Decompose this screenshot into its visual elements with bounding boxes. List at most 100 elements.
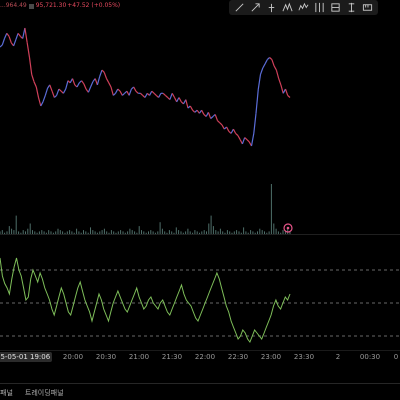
price-segment	[31, 74, 35, 82]
ohlc-legend: ...964.49 95,721.30 +47.52 (+0.05%)	[0, 1, 120, 11]
price-segment	[1, 38, 6, 46]
price-segment	[128, 88, 132, 96]
time-axis[interactable]: 25-05-01 19:06 20:00 20:30 21:00 21:30 2…	[0, 350, 400, 366]
price-segment	[81, 80, 85, 85]
price-segment	[108, 82, 112, 88]
price-segment	[210, 116, 214, 120]
price-segment	[26, 42, 31, 58]
time-label: 23:00	[260, 353, 282, 361]
oscillator-line	[0, 257, 291, 344]
legend-change-value: +47.52 (+0.05%)	[67, 2, 121, 9]
price-segment	[37, 97, 42, 107]
time-label: 22:30	[227, 353, 249, 361]
price-segment	[76, 82, 80, 88]
volume-marker-dot	[286, 226, 290, 230]
price-segment	[121, 92, 126, 96]
legend-close-value: ...964.49	[0, 2, 27, 9]
price-segment	[49, 84, 53, 92]
price-segment	[264, 59, 268, 65]
price-segment	[250, 133, 255, 147]
time-label: 0	[393, 353, 399, 361]
price-segment	[53, 94, 58, 98]
legend-color-swatch	[28, 3, 34, 9]
price-segment	[90, 81, 94, 88]
time-label: 00:30	[359, 353, 381, 361]
price-segment	[24, 27, 28, 43]
price-segment	[133, 86, 137, 92]
price-segment	[185, 99, 189, 109]
chart-screen[interactable]: ...964.49 95,721.30 +47.52 (+0.05%) 25-0…	[0, 0, 400, 400]
price-segment	[153, 92, 157, 96]
price-segment	[219, 122, 223, 126]
price-segment	[278, 78, 282, 86]
price-segment	[284, 88, 289, 96]
price-segment	[253, 113, 257, 134]
price-segment	[176, 97, 180, 103]
fib-icon[interactable]	[330, 2, 342, 14]
price-segment	[71, 78, 76, 86]
price-segment	[15, 33, 19, 40]
price-segment	[0, 44, 3, 48]
price-segment	[56, 88, 60, 96]
panel-divider	[0, 383, 400, 384]
price-segment	[255, 89, 259, 114]
price-segment	[135, 90, 139, 94]
price-segment	[13, 39, 17, 47]
price-segment	[221, 124, 225, 130]
measure-icon[interactable]	[362, 2, 374, 14]
legend-price-value: 95,721.30	[35, 2, 67, 9]
price-segment	[117, 88, 121, 92]
price-segment	[259, 67, 264, 75]
price-segment	[244, 137, 248, 141]
pitchfork-icon[interactable]	[265, 2, 277, 14]
time-label: 23:30	[293, 353, 315, 361]
price-segment	[42, 95, 46, 103]
price-segment	[40, 101, 44, 107]
price-segment	[8, 36, 12, 43]
price-segment	[6, 32, 10, 37]
arrow-icon[interactable]	[249, 2, 261, 14]
price-segment	[112, 92, 116, 96]
price-segment	[164, 94, 169, 98]
price-segment	[101, 69, 105, 73]
price-segment	[192, 109, 196, 113]
price-segment	[273, 65, 277, 71]
price-range-icon[interactable]	[346, 2, 358, 14]
price-segment	[51, 90, 55, 98]
cycle-icon[interactable]	[314, 2, 326, 14]
trend-line-icon[interactable]	[233, 2, 245, 14]
price-segment	[58, 88, 62, 92]
price-segment	[246, 139, 250, 143]
tab-panel[interactable]: 패널	[0, 388, 13, 400]
price-segment	[266, 57, 271, 61]
price-segment	[28, 57, 33, 75]
drawing-toolbar	[229, 0, 378, 15]
price-segment	[162, 92, 166, 96]
time-label: 22:00	[194, 353, 216, 361]
price-segment	[237, 135, 241, 140]
price-segment	[271, 59, 275, 67]
price-segment	[214, 114, 219, 121]
price-segment	[119, 90, 123, 96]
price-segment	[169, 93, 173, 100]
current-time-label: 25-05-01 19:06	[0, 352, 53, 362]
elliott-wave-icon[interactable]	[297, 2, 309, 14]
price-segment	[171, 93, 176, 98]
price-segment	[178, 97, 182, 103]
price-segment	[114, 88, 119, 94]
price-segment	[262, 63, 266, 69]
tab-trading-panel[interactable]: 트레이딩패널	[25, 388, 64, 400]
pattern-icon[interactable]	[281, 2, 293, 14]
time-label: 20:00	[62, 353, 84, 361]
price-segment	[110, 86, 114, 96]
time-label: 21:00	[128, 353, 150, 361]
price-chart[interactable]	[0, 0, 400, 400]
price-segment	[83, 83, 87, 90]
price-segment	[35, 86, 40, 98]
price-segment	[158, 93, 162, 98]
price-segment	[148, 90, 153, 96]
price-segment	[189, 105, 194, 111]
price-segment	[3, 33, 8, 39]
price-segment	[151, 90, 155, 94]
price-segment	[230, 128, 234, 134]
